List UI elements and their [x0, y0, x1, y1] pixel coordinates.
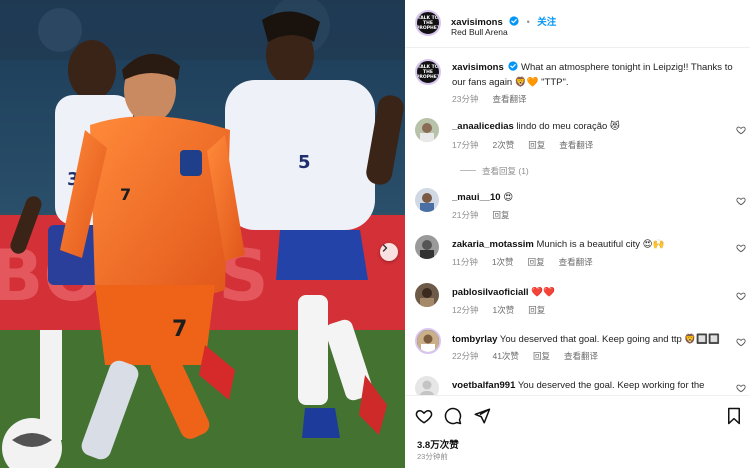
comment-body: pablosilvaoficiall ❤️❤️: [452, 285, 732, 300]
comment-reply-button[interactable]: 回复: [528, 257, 545, 267]
comment-reply-button[interactable]: 回复: [528, 140, 545, 150]
comment-avatar[interactable]: [415, 235, 439, 259]
comment-time: 12分钟: [452, 305, 479, 315]
comment-text: Munich is a beautiful city 😍🙌: [536, 239, 665, 250]
post-location[interactable]: Red Bull Arena: [451, 27, 508, 37]
comment-time: 17分钟: [452, 140, 479, 150]
svg-text:7: 7: [120, 185, 131, 204]
chevron-right-icon: [382, 244, 388, 252]
comment-username[interactable]: voetbalfan991: [452, 380, 515, 391]
next-image-button[interactable]: [380, 243, 398, 261]
comment-meta: 11分钟 1次赞 回复 查看翻译: [452, 256, 732, 268]
caption-meta: 23分钟 查看翻译: [452, 93, 540, 105]
football-photo-illustration: BONUS 33 5: [0, 0, 405, 468]
post-time-ago: 23分钟前: [417, 452, 448, 461]
svg-text:7: 7: [172, 317, 187, 342]
comment-translate-button[interactable]: 查看翻译: [559, 140, 593, 150]
comment-like-heart-icon[interactable]: [736, 243, 746, 253]
comment-meta: 21分钟 回复: [452, 209, 732, 221]
comment-like-heart-icon[interactable]: [736, 383, 746, 393]
caption: xavisimons What an atmosphere tonight in…: [452, 60, 737, 90]
comment-avatar[interactable]: [415, 283, 439, 307]
post-header: TALK TO THE PROPHET xavisimons • 关注 Red …: [405, 0, 750, 48]
post-action-bar: 3.8万次赞 23分钟前: [405, 395, 750, 468]
caption-avatar-logo-text: TALK TO THE PROPHET: [416, 64, 440, 80]
avatar-logo-text: TALK TO THE PROPHET: [416, 15, 440, 31]
comment-meta: 22分钟 41次赞 回复 查看翻译: [452, 350, 732, 362]
comment-like-heart-icon[interactable]: [736, 125, 746, 135]
comment-username[interactable]: zakaria_motassim: [452, 239, 534, 250]
comment-like-heart-icon[interactable]: [736, 196, 746, 206]
share-paper-plane-icon[interactable]: [473, 407, 491, 425]
comment-time: 11分钟: [452, 257, 478, 267]
comment-username[interactable]: _maui__10: [452, 192, 501, 203]
bookmark-icon[interactable]: [726, 407, 742, 425]
comment-text: lindo do meu coração 😻: [516, 121, 620, 132]
comment-reply-button[interactable]: 回复: [528, 305, 545, 315]
follow-button[interactable]: 关注: [537, 17, 556, 28]
comment-body: tombyrlay You deserved that goal. Keep g…: [452, 332, 732, 347]
author-avatar[interactable]: TALK TO THE PROPHET: [415, 10, 441, 36]
post-side-panel: TALK TO THE PROPHET xavisimons • 关注 Red …: [405, 0, 750, 468]
post-photo[interactable]: BONUS 33 5: [0, 0, 405, 468]
comment-text: ❤️❤️: [531, 287, 555, 298]
comment-translate-button[interactable]: 查看翻译: [564, 351, 598, 361]
caption-username[interactable]: xavisimons: [452, 62, 504, 73]
caption-time: 23分钟: [452, 94, 479, 104]
comment-likes[interactable]: 1次赞: [492, 305, 514, 315]
comment-username[interactable]: pablosilvaoficiall: [452, 287, 529, 298]
comment-text: You deserved the goal. Keep working for …: [517, 380, 705, 391]
comment-like-heart-icon[interactable]: [736, 291, 746, 301]
comment-reply-button[interactable]: 回复: [492, 210, 509, 220]
comment-avatar[interactable]: [415, 188, 439, 212]
verified-badge-icon: [509, 16, 519, 26]
comment-likes[interactable]: 2次赞: [492, 140, 514, 150]
svg-text:5: 5: [298, 152, 311, 173]
comment-body: zakaria_motassim Munich is a beautiful c…: [452, 237, 732, 252]
comment-translate-button[interactable]: 查看翻译: [559, 257, 593, 267]
comment-username[interactable]: _anaalicedias: [452, 121, 514, 132]
comment-likes[interactable]: 41次赞: [492, 351, 518, 361]
comment-meta: 12分钟 1次赞 回复: [452, 304, 732, 316]
verified-badge-icon: [508, 61, 518, 71]
instagram-post-view: BONUS 33 5: [0, 0, 750, 468]
comment-meta: 17分钟 2次赞 回复 查看翻译: [452, 139, 732, 151]
view-replies-button[interactable]: 查看回复 (1): [482, 165, 529, 177]
comment-text: 😍: [503, 192, 514, 203]
like-heart-icon[interactable]: [415, 407, 433, 425]
comment-like-heart-icon[interactable]: [736, 337, 746, 347]
comment-avatar[interactable]: [415, 118, 439, 142]
comment-bubble-icon[interactable]: [444, 407, 462, 425]
comment-time: 21分钟: [452, 210, 479, 220]
comment-time: 22分钟: [452, 351, 479, 361]
comment-username[interactable]: tombyrlay: [452, 334, 497, 345]
caption-avatar[interactable]: TALK TO THE PROPHET: [415, 59, 441, 85]
comment-body: _maui__10 😍: [452, 190, 732, 205]
comment-likes[interactable]: 1次赞: [492, 257, 514, 267]
comment-text: You deserved that goal. Keep going and t…: [499, 334, 720, 345]
likes-count[interactable]: 3.8万次赞: [417, 437, 459, 451]
caption-translate-button[interactable]: 查看翻译: [492, 94, 526, 104]
comment-body: voetbalfan991 You deserved the goal. Kee…: [452, 378, 732, 393]
comment-reply-button[interactable]: 回复: [533, 351, 550, 361]
comment-body: _anaalicedias lindo do meu coração 😻: [452, 119, 732, 134]
comment-avatar[interactable]: [415, 328, 441, 354]
